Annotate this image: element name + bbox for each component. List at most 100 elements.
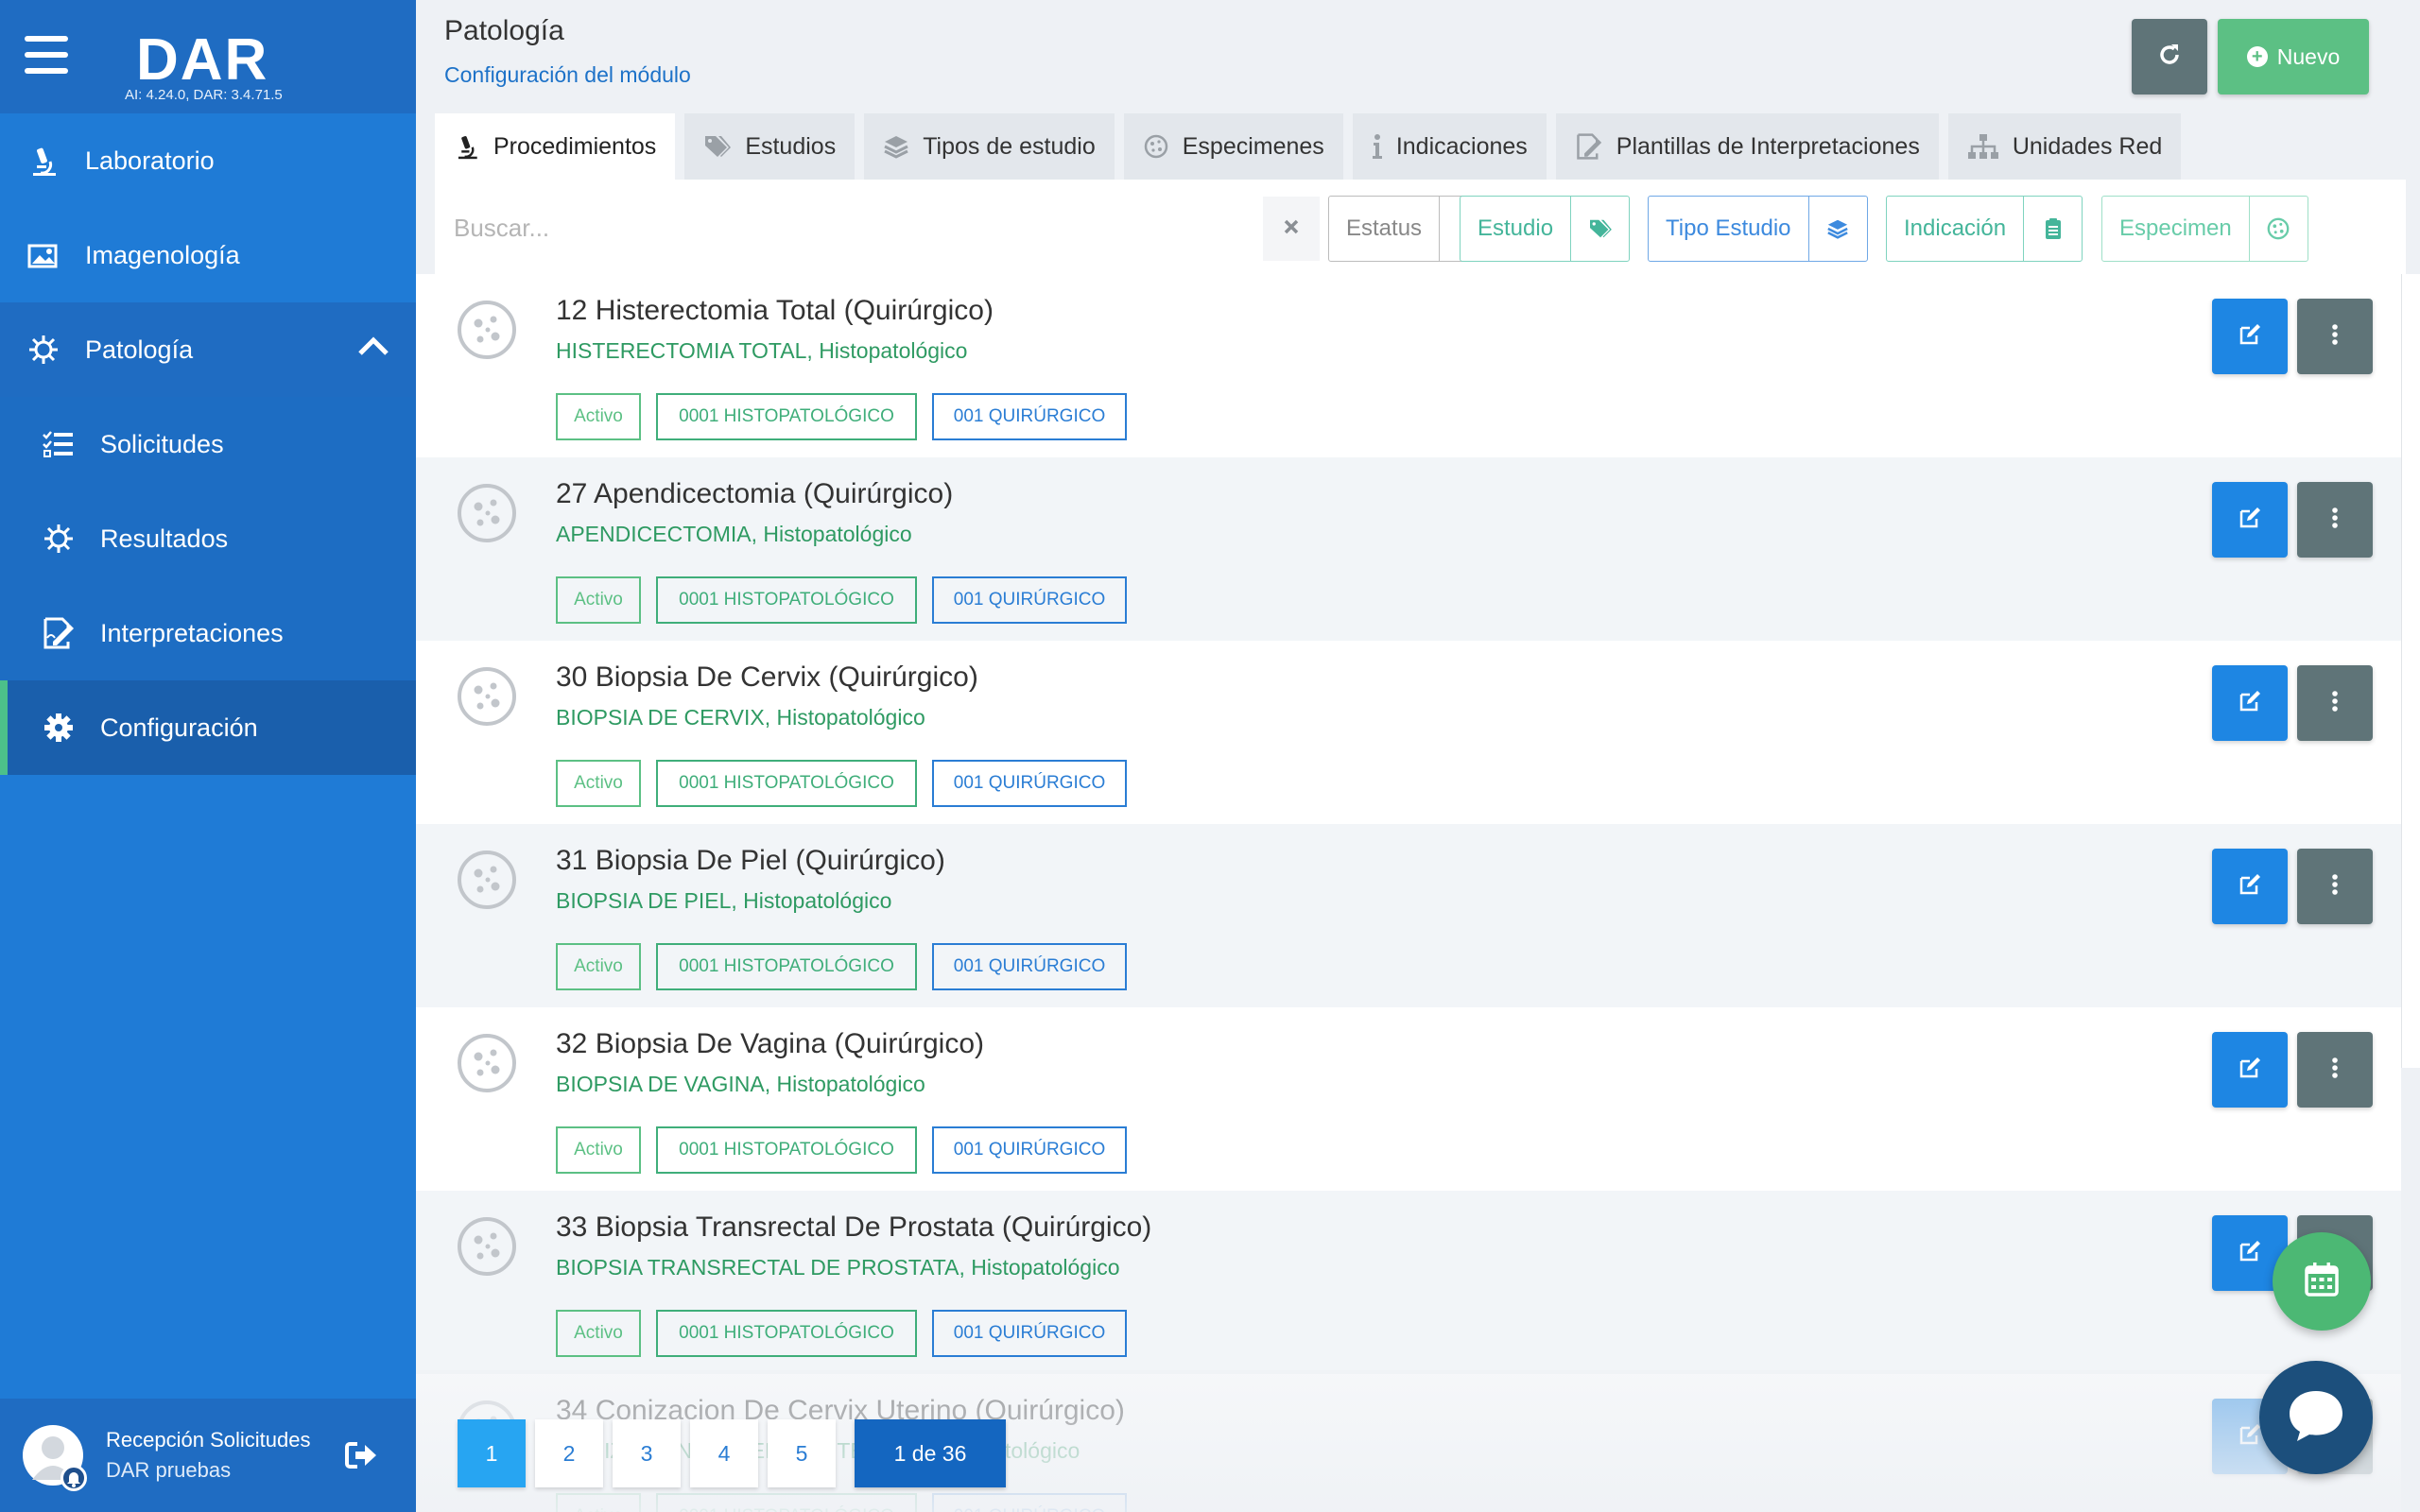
more-options-button[interactable] (2297, 1032, 2373, 1108)
study-badge: 0001 HISTOPATOLÓGICO (656, 760, 917, 807)
microscope-icon (454, 132, 480, 161)
tab-label: Estudios (745, 132, 837, 160)
clear-search-button[interactable] (1263, 197, 1320, 261)
page-info[interactable]: 1 de 36 (855, 1419, 1006, 1487)
chat-fab-button[interactable] (2259, 1361, 2373, 1474)
cookie-icon (1143, 133, 1169, 160)
list-item[interactable]: 33 Biopsia Transrectal De Prostata (Quir… (416, 1191, 2401, 1374)
calendar-icon (2303, 1261, 2341, 1303)
cookie-icon (456, 665, 518, 728)
status-badge: Activo (556, 943, 641, 990)
ellipsis-vertical-icon (2331, 323, 2339, 351)
more-options-button[interactable] (2297, 665, 2373, 741)
app-version: AI: 4.24.0, DAR: 3.4.71.5 (125, 87, 283, 103)
page-button-1[interactable]: 1 (458, 1419, 526, 1487)
page-button-2[interactable]: 2 (535, 1419, 603, 1487)
tab-estudios[interactable]: Estudios (684, 113, 856, 180)
filter-indication[interactable]: Indicación (1886, 196, 2083, 262)
gear-icon (42, 711, 76, 745)
edit-icon (2238, 1239, 2262, 1268)
ellipsis-vertical-icon (2331, 873, 2339, 901)
page-button-3[interactable]: 3 (613, 1419, 681, 1487)
page-button-5[interactable]: 5 (768, 1419, 836, 1487)
procedure-title: 12 Histerectomia Total (Quirúrgico) (556, 295, 994, 326)
refresh-button[interactable] (2132, 19, 2207, 94)
study-type-badge: 001 QUIRÚRGICO (932, 393, 1127, 440)
edit-button[interactable] (2212, 482, 2288, 558)
new-button-label: Nuevo (2276, 43, 2341, 69)
calendar-fab-button[interactable] (2273, 1232, 2371, 1331)
ellipsis-vertical-icon (2331, 1057, 2339, 1084)
sidebar-item-imagenologia[interactable]: Imagenología (0, 208, 416, 302)
user-panel: Recepción Solicitudes DAR pruebas (0, 1399, 416, 1512)
procedure-subtitle: APENDICECTOMIA, Histopatológico (556, 522, 912, 546)
list-item[interactable]: 12 Histerectomia Total (Quirúrgico) HISTE… (416, 274, 2401, 457)
sidebar-item-configuracion[interactable]: Configuración (0, 680, 416, 775)
sidebar-item-solicitudes[interactable]: Solicitudes (0, 397, 416, 491)
cookie-icon (456, 1032, 518, 1094)
list-item[interactable]: 32 Biopsia De Vagina (Quirúrgico) BIOPSIA… (416, 1007, 2401, 1191)
tab-tipos-de-estudio[interactable]: Tipos de estudio (864, 113, 1115, 180)
filter-study-type[interactable]: Tipo Estudio (1648, 196, 1868, 262)
layers-icon (1807, 197, 1867, 261)
sitemap-icon (1967, 133, 1999, 160)
tab-especimenes[interactable]: Especimenes (1123, 113, 1343, 180)
procedure-subtitle: BIOPSIA TRANSRECTAL DE PROSTATA, Histopa… (556, 1255, 1120, 1280)
user-info: Recepción Solicitudes DAR pruebas (106, 1428, 333, 1483)
filter-label: Estatus (1346, 215, 1423, 241)
more-options-button[interactable] (2297, 299, 2373, 374)
menu-hamburger-icon[interactable] (25, 36, 68, 74)
tab-unidades-red[interactable]: Unidades Red (1947, 113, 2182, 180)
tab-plantillas[interactable]: Plantillas de Interpretaciones (1555, 113, 1939, 180)
list-item[interactable]: 31 Biopsia De Piel (Quirúrgico) BIOPSIA D… (416, 824, 2401, 1007)
tab-label: Indicaciones (1395, 132, 1528, 160)
refresh-icon (2157, 43, 2182, 72)
avatar[interactable] (23, 1425, 87, 1491)
tags-icon (1570, 197, 1629, 261)
new-button[interactable]: + Nuevo (2218, 19, 2369, 94)
ellipsis-vertical-icon (2331, 507, 2339, 534)
scrollbar[interactable] (2401, 274, 2420, 1068)
search-input[interactable] (435, 197, 1257, 259)
sidebar-item-laboratorio[interactable]: Laboratorio (0, 113, 416, 208)
sidebar-item-resultados[interactable]: Resultados (0, 491, 416, 586)
edit-button[interactable] (2212, 1032, 2288, 1108)
page-subtitle-link[interactable]: Configuración del módulo (444, 62, 691, 88)
edit-button[interactable] (2212, 849, 2288, 924)
more-options-button[interactable] (2297, 482, 2373, 558)
edit-icon (2238, 689, 2262, 718)
list-item[interactable]: 27 Apendicectomia (Quirúrgico) APENDICECT… (416, 457, 2401, 641)
image-icon (26, 238, 60, 272)
list-item[interactable]: 30 Biopsia De Cervix (Quirúrgico) BIOPSIA… (416, 641, 2401, 824)
logout-icon[interactable] (344, 1440, 378, 1475)
edit-icon (2238, 872, 2262, 902)
filter-study[interactable]: Estudio (1460, 196, 1631, 262)
sidebar-item-patologia[interactable]: Patología (0, 302, 416, 397)
status-badge: Activo (556, 760, 641, 807)
tab-label: Tipos de estudio (923, 132, 1096, 160)
page-button-4[interactable]: 4 (690, 1419, 758, 1487)
tab-indicaciones[interactable]: Indicaciones (1352, 113, 1547, 180)
virus-icon (26, 333, 60, 367)
layers-icon (883, 134, 909, 159)
study-badge: 0001 HISTOPATOLÓGICO (656, 1310, 917, 1357)
procedure-title: 27 Apendicectomia (Quirúrgico) (556, 478, 954, 509)
filter-specimen[interactable]: Especimen (2101, 196, 2308, 262)
chevron-up-icon[interactable] (357, 335, 389, 364)
sidebar-header: DAR AI: 4.24.0, DAR: 3.4.71.5 (0, 0, 416, 113)
edit-button[interactable] (2212, 299, 2288, 374)
more-options-button[interactable] (2297, 849, 2373, 924)
procedure-subtitle: BIOPSIA DE VAGINA, Histopatológico (556, 1072, 925, 1096)
sidebar-item-label: Patología (85, 335, 194, 364)
tab-label: Procedimientos (493, 132, 657, 160)
edit-icon (2238, 322, 2262, 352)
clipboard-icon (2023, 197, 2082, 261)
user-role: Recepción Solicitudes (106, 1428, 311, 1452)
user-name: DAR pruebas (106, 1458, 232, 1482)
info-icon (1372, 133, 1383, 160)
status-badge: Activo (556, 576, 641, 624)
edit-button[interactable] (2212, 665, 2288, 741)
sidebar: DAR AI: 4.24.0, DAR: 3.4.71.5 Laboratori… (0, 0, 416, 1512)
sidebar-item-interpretaciones[interactable]: Interpretaciones (0, 586, 416, 680)
tab-procedimientos[interactable]: Procedimientos (435, 113, 676, 180)
